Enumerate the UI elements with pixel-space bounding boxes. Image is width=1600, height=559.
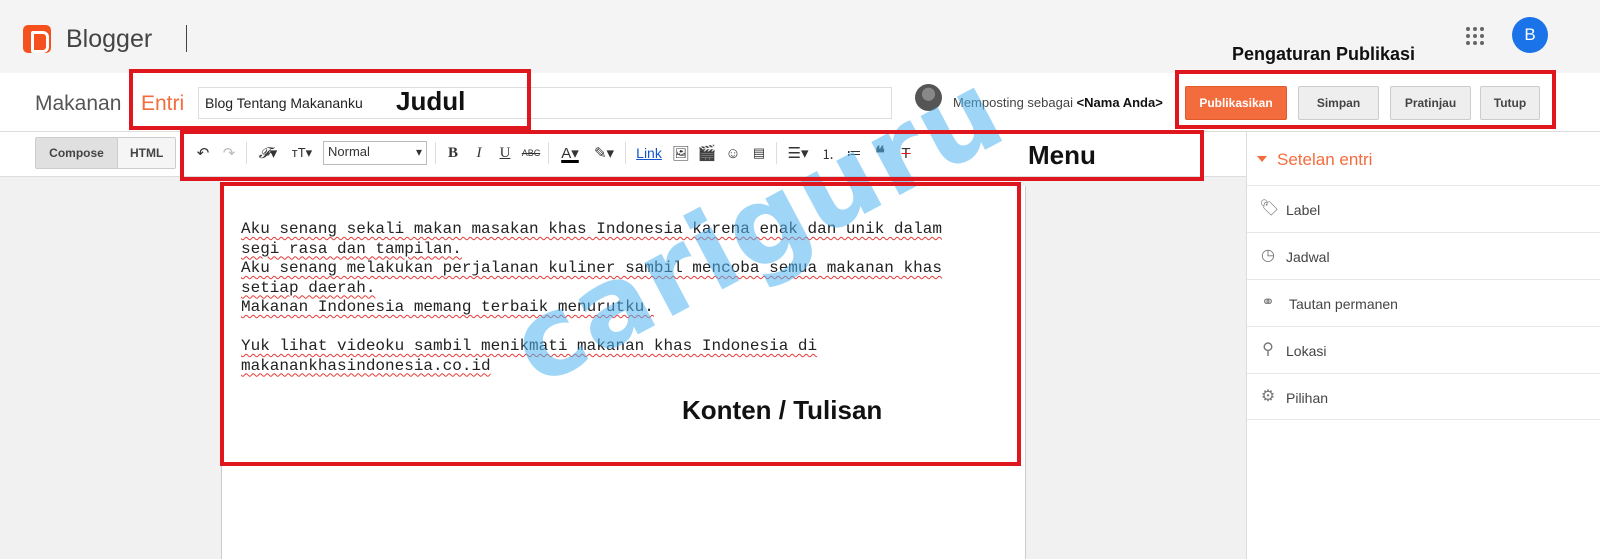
sidebar-item-permalink-text: Tautan permanen <box>1289 296 1398 312</box>
tag-icon: 🏷 <box>1259 200 1280 217</box>
sidebar-item-schedule[interactable]: ◷ Jadwal <box>1247 232 1600 279</box>
app-bar: Blogger B Pengaturan Publikasi <box>0 0 1600 73</box>
editor-mode-toggle: Compose HTML <box>35 137 177 169</box>
title-annotation-box <box>129 69 531 130</box>
post-settings-heading[interactable]: Setelan entri <box>1257 150 1372 170</box>
sidebar-item-location-text: Lokasi <box>1286 343 1327 359</box>
blogger-logo-icon[interactable] <box>23 25 51 53</box>
sidebar-item-location[interactable]: ⚲ Lokasi <box>1247 326 1600 373</box>
publish-settings-annotation-label: Pengaturan Publikasi <box>1232 44 1416 64</box>
sidebar-item-schedule-text: Jadwal <box>1286 249 1330 265</box>
sidebar-item-options-text: Pilihan <box>1286 390 1329 406</box>
gear-icon: ⚙ <box>1260 388 1276 405</box>
brand-divider <box>186 25 187 52</box>
post-settings-heading-label: Setelan entri <box>1277 150 1373 169</box>
content-annotation-label: Konten / Tulisan <box>682 395 883 425</box>
publish-settings-annotation-box <box>1175 70 1556 129</box>
account-avatar[interactable]: B <box>1512 17 1548 53</box>
post-settings-sidebar: Setelan entri 🏷 Label ◷ Jadwal ⚭ Tautan … <box>1246 132 1600 559</box>
link-icon: ⚭ <box>1261 294 1275 311</box>
sidebar-item-label-text: Label <box>1286 202 1321 218</box>
title-annotation-label: Judul <box>396 86 466 116</box>
compose-mode-button[interactable]: Compose <box>36 138 118 168</box>
location-pin-icon: ⚲ <box>1262 341 1274 358</box>
apps-grid-icon[interactable] <box>1466 27 1484 45</box>
sidebar-item-label[interactable]: 🏷 Label <box>1247 185 1600 232</box>
breadcrumb-blog-name[interactable]: Makanan <box>35 92 121 116</box>
sidebar-item-options[interactable]: ⚙ Pilihan <box>1247 373 1600 420</box>
caret-down-icon <box>1257 156 1267 162</box>
sidebar-item-permalink[interactable]: ⚭ Tautan permanen <box>1247 279 1600 326</box>
posting-as-name: <Nama Anda> <box>1076 95 1163 110</box>
content-annotation-box <box>220 182 1021 466</box>
clock-icon: ◷ <box>1261 247 1275 264</box>
brand-name: Blogger <box>66 25 153 53</box>
menu-annotation-label: Menu <box>1028 140 1096 170</box>
html-mode-button[interactable]: HTML <box>118 138 176 168</box>
